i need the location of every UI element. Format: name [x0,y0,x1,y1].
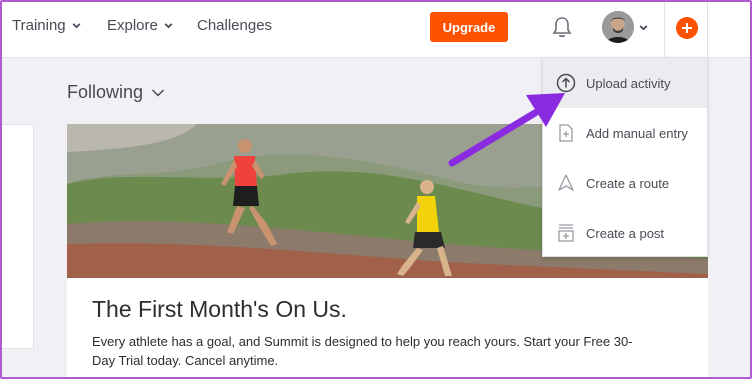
annotation-arrow-icon [448,93,565,167]
promo-title: The First Month's On Us. [92,296,347,322]
upgrade-button[interactable]: Upgrade [430,12,508,42]
promo-body: Every athlete has a goal, and Summit is … [92,334,633,368]
nav-training-label: Training [12,17,66,34]
feed-filter-dropdown[interactable]: Following [67,82,165,103]
nav-challenges-label: Challenges [197,17,273,34]
chevron-down-icon [164,23,173,29]
dropdown-item-label: Upload activity [586,75,671,91]
nav-training[interactable]: Training [12,17,82,34]
dropdown-item-label: Create a post [586,225,665,241]
nav-explore[interactable]: Explore [107,17,174,34]
avatar-photo [602,11,634,43]
route-arrow-icon [558,174,574,191]
nav-challenges[interactable]: Challenges [197,17,272,34]
chevron-down-icon[interactable] [638,22,649,33]
chevron-down-icon [152,88,165,97]
post-plus-icon [558,224,574,242]
nav-explore-label: Explore [107,17,158,34]
bell-icon[interactable] [551,15,573,39]
feed-filter-label: Following [67,82,144,102]
top-navigation: Training Explore Challenges Upgrade [0,0,752,58]
dropdown-item-create-a-post[interactable]: Create a post [543,208,707,258]
chevron-down-icon [72,23,81,29]
plus-icon[interactable] [676,17,698,39]
dropdown-item-label: Add manual entry [586,125,688,141]
dropdown-item-label: Create a route [586,175,670,191]
left-sidebar-card [0,124,34,349]
add-menu-cell [664,0,708,58]
user-avatar[interactable] [602,11,634,43]
